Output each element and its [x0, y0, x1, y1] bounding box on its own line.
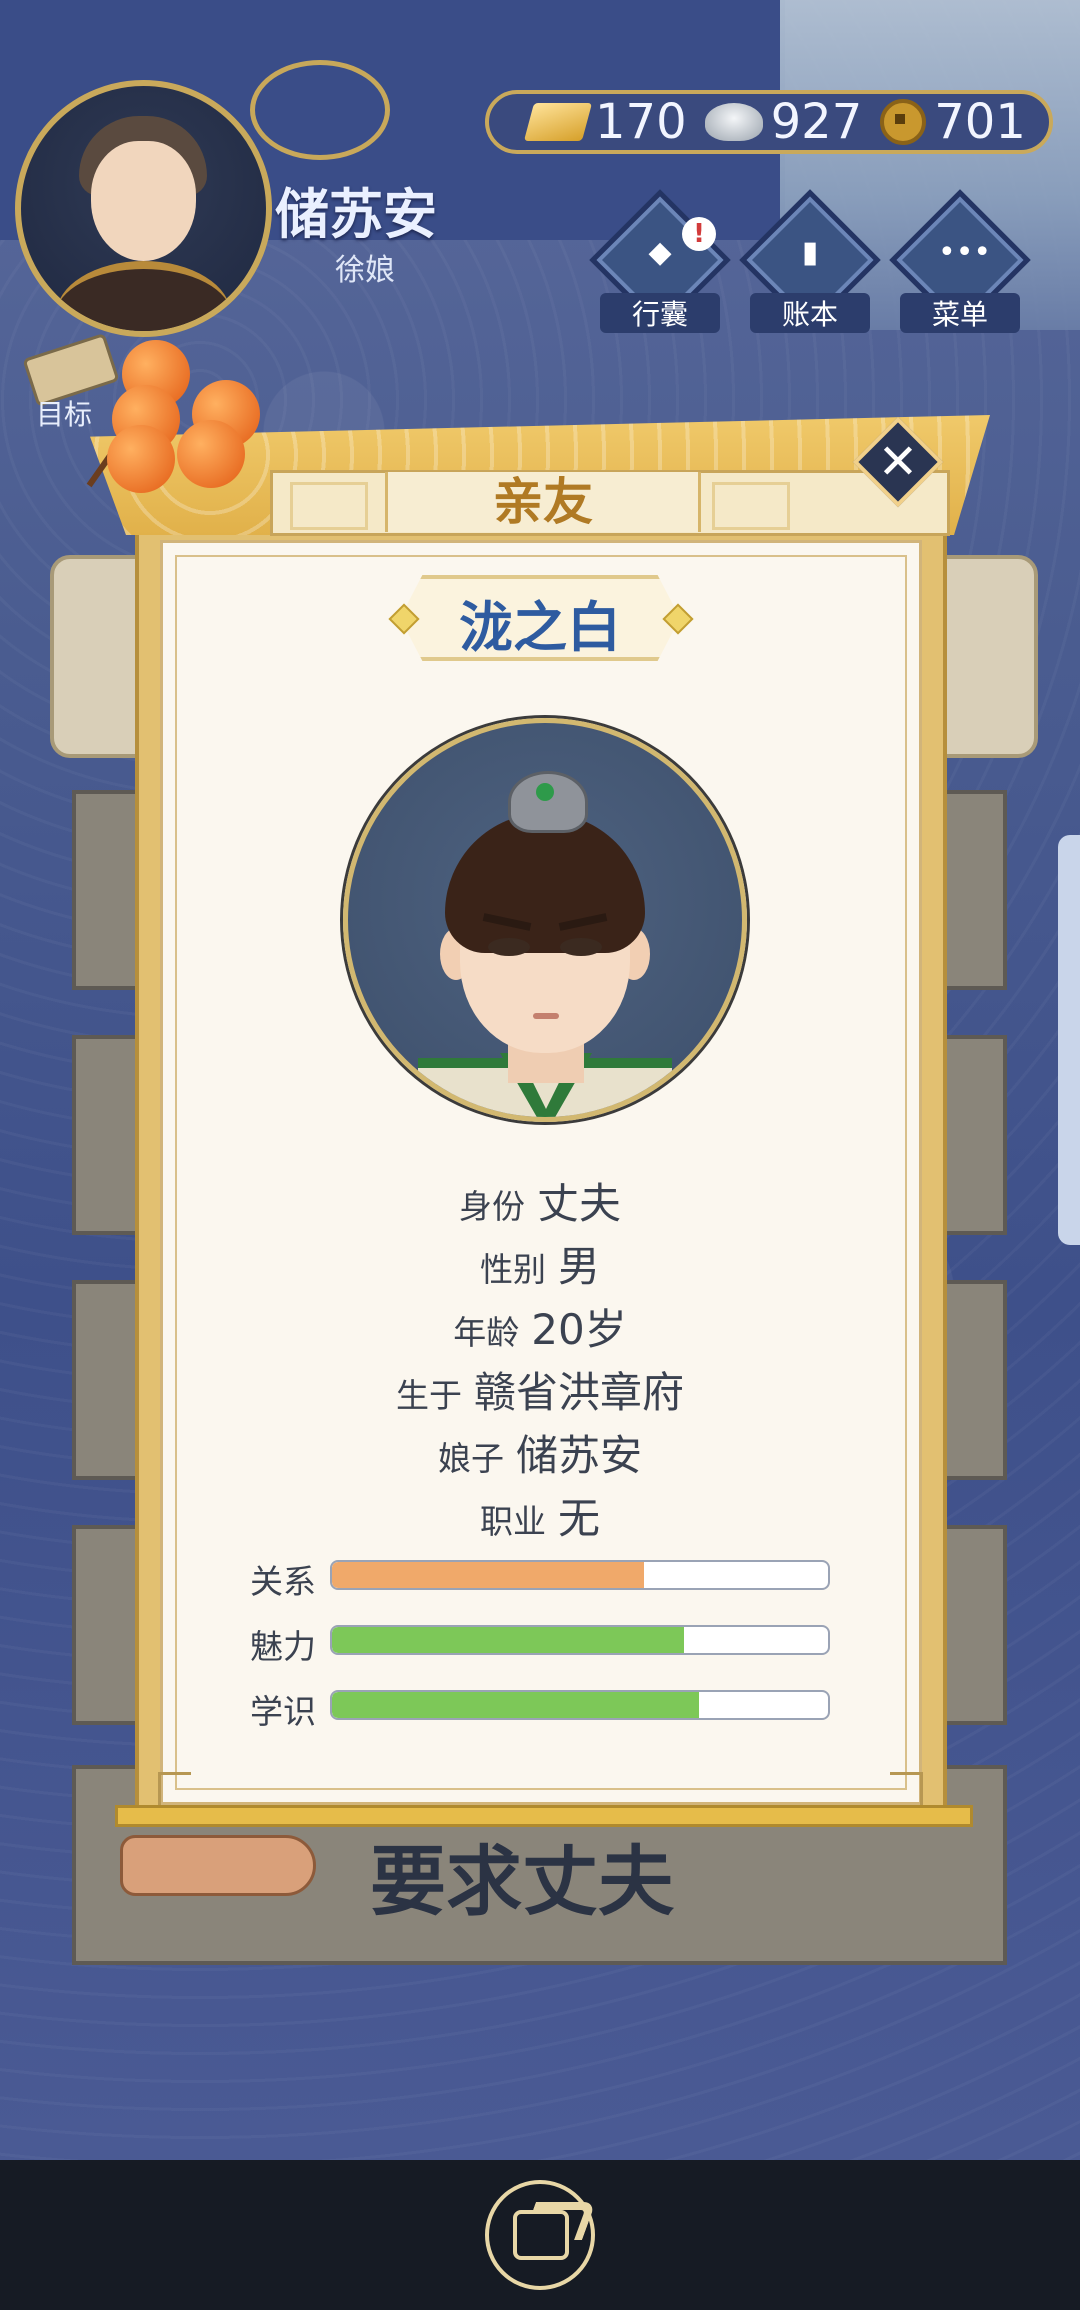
silver-amount: 927: [770, 94, 863, 150]
ledger-icon: ▮: [801, 235, 819, 270]
coin-amount: 701: [934, 94, 1026, 150]
info-value: 储苏安: [515, 1431, 642, 1480]
info-row-occupation: 职业 无: [0, 1485, 1080, 1546]
stat-label-knowledge: 学识: [250, 1692, 316, 1731]
menu-label: 菜单: [900, 293, 1020, 333]
bag-icon: ◆: [648, 235, 672, 270]
info-value: 男: [557, 1242, 600, 1291]
share-arrow-icon: [522, 2202, 596, 2240]
menu-dots-icon: •••: [938, 235, 992, 270]
info-value: 丈夫: [536, 1179, 621, 1228]
player-avatar[interactable]: [15, 80, 272, 337]
silver-ingot-icon: [704, 103, 763, 141]
relationship-bar-fill: [332, 1562, 645, 1588]
knowledge-bar: [330, 1690, 830, 1720]
gold-ingot-icon: [523, 103, 593, 141]
menu-button[interactable]: ••• 菜单: [889, 189, 1031, 333]
title-bar-panel: [290, 482, 368, 530]
character-name: 泷之白: [459, 596, 621, 659]
info-row-age: 年龄 20岁: [0, 1296, 1080, 1357]
info-label: 年龄: [453, 1313, 520, 1352]
request-husband-button[interactable]: 要求丈夫: [370, 1820, 674, 1930]
info-row-identity: 身份 丈夫: [0, 1170, 1080, 1231]
player-name: 储苏安: [275, 183, 437, 246]
info-row-wife: 娘子 储苏安: [0, 1422, 1080, 1483]
goal-label: 目标: [36, 398, 93, 431]
copper-coin-icon: [880, 99, 927, 145]
ledger-button[interactable]: ▮ 账本: [739, 189, 881, 333]
close-icon[interactable]: ✕: [866, 430, 930, 494]
info-value: 赣省洪章府: [473, 1368, 684, 1417]
corner-ornament: [158, 1772, 191, 1805]
modal-bottom-rail: [115, 1805, 973, 1827]
charm-bar-fill: [332, 1627, 685, 1653]
info-label: 职业: [479, 1502, 546, 1541]
gold-amount: 170: [595, 94, 687, 150]
bag-button[interactable]: ◆ ! 行囊: [589, 189, 731, 333]
info-row-gender: 性别 男: [0, 1233, 1080, 1294]
title-bar-panel: [712, 482, 790, 530]
info-label: 生于: [395, 1376, 462, 1415]
info-row-birthplace: 生于 赣省洪章府: [0, 1359, 1080, 1420]
info-label: 身份: [458, 1187, 525, 1226]
ledger-label: 账本: [750, 293, 870, 333]
info-label: 娘子: [437, 1439, 504, 1478]
character-portrait: [343, 718, 747, 1122]
stat-label-relationship: 关系: [250, 1562, 316, 1601]
info-value: 无: [557, 1494, 600, 1543]
modal-title: 亲友: [385, 472, 701, 532]
alert-badge: !: [682, 217, 716, 251]
info-value: 20岁: [531, 1305, 627, 1354]
player-subtitle: 徐娘: [335, 253, 395, 288]
relationship-bar: [330, 1560, 830, 1590]
pointing-hand-icon: [120, 1835, 316, 1896]
share-button[interactable]: [485, 2180, 596, 2290]
knowledge-bar-fill: [332, 1692, 700, 1718]
candied-fruit-skewer-icon: [86, 330, 272, 500]
bag-label: 行囊: [600, 293, 720, 333]
info-label: 性别: [479, 1250, 546, 1289]
charm-bar: [330, 1625, 830, 1655]
stat-label-charm: 魅力: [250, 1627, 316, 1666]
currency-bar: 170 927 701: [485, 90, 1053, 154]
corner-ornament: [890, 1772, 923, 1805]
cloud-ornament: [250, 60, 390, 160]
